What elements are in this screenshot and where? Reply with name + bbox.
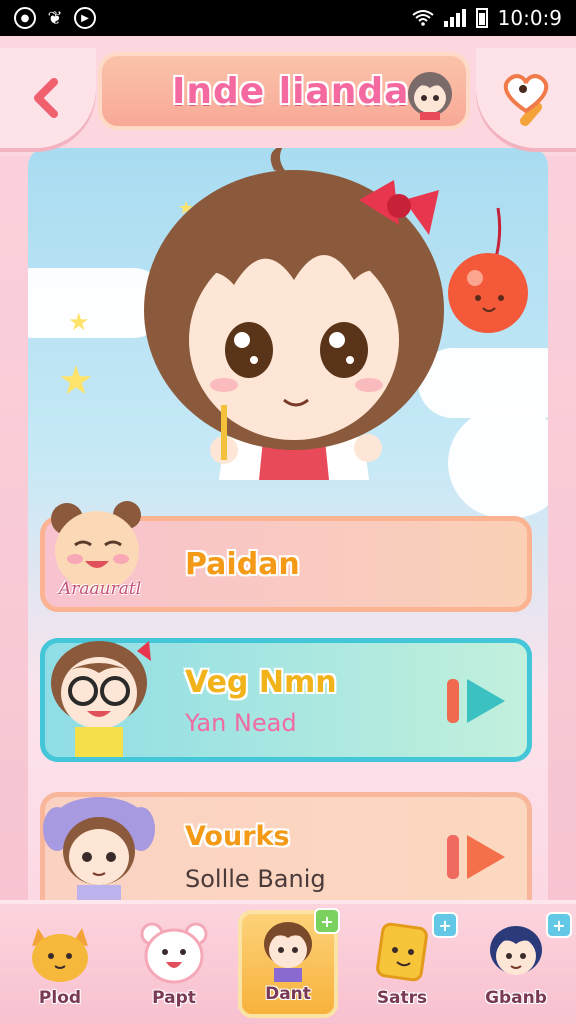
card-title: Vourks (185, 821, 290, 852)
glasses-girl-icon (51, 641, 151, 757)
star-icon: ★ (68, 308, 90, 336)
menu-card-2[interactable]: Veg Nmn Yan Nead (40, 638, 532, 762)
nav-item-plod[interactable]: Plod (10, 918, 110, 1018)
menu-card-3[interactable]: Vourks Sollle Banig (40, 792, 532, 916)
play-store-icon: ▶ (74, 7, 96, 29)
page-title: Inde lianda (172, 70, 410, 112)
status-bar: ● ❦ ▶ 10:0:9 (0, 0, 576, 36)
player-avatar-icon[interactable] (402, 64, 458, 120)
battery-icon (475, 8, 488, 28)
nav-label: Satrs (376, 988, 428, 1008)
card-subtitle: Yan Nead (185, 709, 297, 737)
status-time: 10:0:9 (497, 6, 562, 30)
orange-cat-icon (32, 928, 88, 982)
star-icon: ★ (58, 358, 94, 404)
status-notification-icons: ● ❦ ▶ (14, 7, 96, 29)
nav-item-dant[interactable]: + Dant (238, 908, 340, 1018)
white-bear-icon (140, 922, 208, 984)
heart-bubble-icon (503, 74, 549, 126)
title-banner: Inde lianda (98, 52, 470, 130)
cherry-balloon[interactable] (443, 198, 538, 338)
bottom-nav: Plod Papt + Dant + Satrs + Gbanb (0, 900, 576, 1024)
yellow-block-icon (376, 922, 428, 982)
plus-badge-icon: + (546, 912, 572, 938)
nav-label: Plod (38, 988, 82, 1008)
plus-badge-icon: + (432, 912, 458, 938)
play-icon[interactable] (445, 673, 509, 729)
menu-card-1[interactable]: Araauratl Paidan (40, 501, 532, 612)
nav-item-satrs[interactable]: + Satrs (352, 912, 458, 1018)
nav-item-gbanb[interactable]: + Gbanb (466, 912, 572, 1018)
sync-icon: ● (14, 7, 36, 29)
nav-label: Papt (152, 988, 196, 1008)
leaf-icon: ❦ (47, 7, 63, 29)
blue-hair-avatar-icon (490, 926, 542, 975)
hat-boy-icon (43, 797, 155, 911)
play-icon[interactable] (445, 829, 509, 885)
nav-label: Gbanb (485, 988, 547, 1008)
plus-badge-icon: + (314, 908, 340, 934)
card-title: Veg Nmn (185, 665, 337, 700)
signal-icon (443, 9, 466, 27)
card-label: Araauratl (59, 579, 142, 599)
hero-character[interactable] (124, 148, 464, 480)
chevron-left-icon (34, 78, 58, 118)
app-screen: ★ ★ ★ Inde lianda Araauratl Paidan Veg N… (0, 36, 576, 1024)
wifi-icon (412, 10, 434, 26)
nav-label: Dant (265, 984, 311, 1004)
nav-item-papt[interactable]: Papt (124, 918, 224, 1018)
card-subtitle: Sollle Banig (185, 865, 326, 893)
card-title: Paidan (185, 547, 300, 582)
